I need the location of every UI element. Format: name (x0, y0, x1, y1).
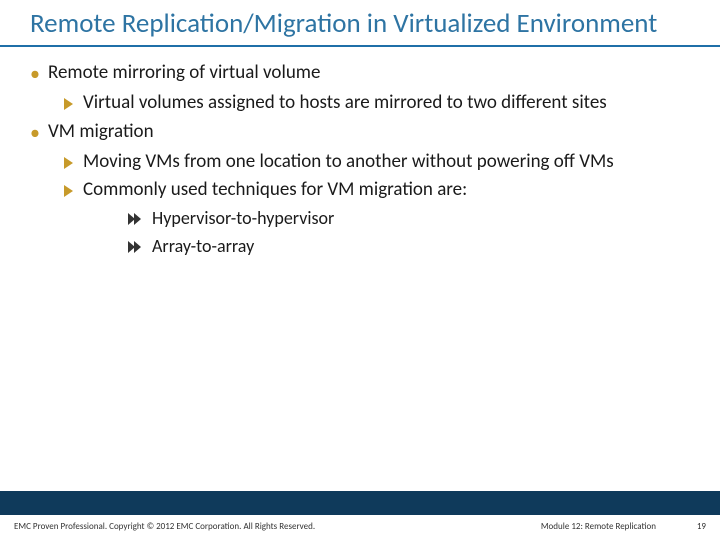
double-triangle-bullet-icon (128, 241, 142, 253)
bullet-dot-icon: • (30, 61, 48, 87)
bullet-level2: Commonly used techniques for VM migratio… (64, 178, 690, 203)
bullet-text: Moving VMs from one location to another … (83, 150, 690, 175)
triangle-bullet-icon (64, 185, 73, 197)
bullet-text: Virtual volumes assigned to hosts are mi… (83, 91, 690, 116)
footer-module: Module 12: Remote Replication (541, 521, 656, 532)
bullet-level3: Hypervisor-to-hypervisor (128, 207, 690, 230)
bullet-level2-group: Virtual volumes assigned to hosts are mi… (30, 91, 690, 116)
bullet-level2: Moving VMs from one location to another … (64, 150, 690, 175)
title-block: Remote Replication/Migration in Virtuali… (0, 0, 720, 47)
footer-copyright: EMC Proven Professional. Copyright © 201… (14, 521, 541, 532)
slide-title: Remote Replication/Migration in Virtuali… (30, 8, 690, 39)
bullet-dot-icon: • (30, 120, 48, 146)
triangle-bullet-icon (64, 157, 73, 169)
slide-body: • Remote mirroring of virtual volume Vir… (0, 47, 720, 491)
footer-page: 19 (686, 521, 706, 532)
footer: EMC Proven Professional. Copyright © 201… (0, 515, 720, 540)
bullet-level3: Array-to-array (128, 235, 690, 258)
bullet-level2-group: Moving VMs from one location to another … (30, 150, 690, 258)
bullet-level1: • Remote mirroring of virtual volume (30, 61, 690, 87)
footer-band (0, 491, 720, 515)
bullet-level1: • VM migration (30, 120, 690, 146)
bullet-level2: Virtual volumes assigned to hosts are mi… (64, 91, 690, 116)
bullet-text: Array-to-array (152, 235, 690, 258)
bullet-level3-group: Hypervisor-to-hypervisor Array-to-array (64, 207, 690, 258)
bullet-text: Commonly used techniques for VM migratio… (83, 178, 690, 203)
bullet-text: Remote mirroring of virtual volume (48, 61, 690, 86)
bullet-text: VM migration (48, 120, 690, 145)
double-triangle-bullet-icon (128, 213, 142, 225)
triangle-bullet-icon (64, 98, 73, 110)
slide: Remote Replication/Migration in Virtuali… (0, 0, 720, 540)
bullet-text: Hypervisor-to-hypervisor (152, 207, 690, 230)
